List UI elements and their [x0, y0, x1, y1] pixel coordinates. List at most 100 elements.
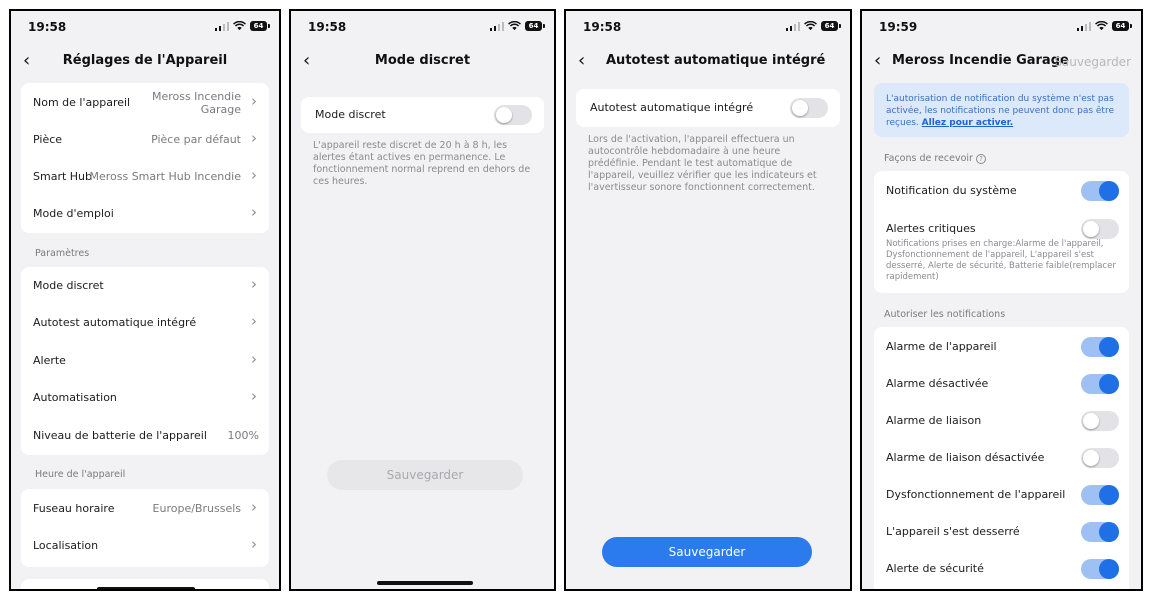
- notification-toggle[interactable]: [1081, 337, 1119, 357]
- row-label: Fuseau horaire: [33, 502, 115, 515]
- critical-alerts-description: Notifications prises en charge:Alarme de…: [886, 239, 1116, 282]
- row-notification: Alarme de liaison désactivée: [874, 440, 1129, 476]
- screen-self-test: 19:58 64 ‹ Autotest automatique intégré …: [564, 9, 852, 591]
- row-location[interactable]: Localisation ›: [21, 528, 269, 564]
- row-value: Meross Smart Hub Incendie: [89, 170, 241, 183]
- row-label: Localisation: [33, 539, 99, 552]
- help-circle-icon[interactable]: ?: [975, 154, 986, 164]
- status-time: 19:58: [28, 20, 67, 34]
- row-user-manual[interactable]: Mode d'emploi ›: [21, 196, 269, 232]
- chevron-right-icon: ›: [251, 129, 257, 147]
- screen-quiet-mode: 19:58 64 ‹ Mode discret Mode discret L'a…: [289, 9, 556, 591]
- chevron-right-icon: ›: [251, 498, 257, 516]
- notification-toggle[interactable]: [1081, 522, 1119, 542]
- row-automation[interactable]: Automatisation ›: [21, 380, 269, 416]
- chevron-right-icon: ›: [251, 275, 257, 293]
- status-time: 19:59: [879, 20, 918, 34]
- screen-device-settings: 19:58 64 ‹ Réglages de l'Appareil Nom de…: [9, 9, 281, 591]
- chevron-right-icon: ›: [251, 535, 257, 553]
- row-notification: Dysfonctionnement de l'appareil: [874, 477, 1129, 513]
- section-header-allow: Autoriser les notifications: [884, 309, 1006, 320]
- enable-link[interactable]: Allez pour activer.: [922, 118, 1014, 128]
- row-label: Dysfonctionnement de l'appareil: [886, 488, 1066, 501]
- signal-icon: [214, 21, 229, 31]
- home-indicator[interactable]: [97, 587, 195, 589]
- critical-alerts-toggle[interactable]: [1081, 219, 1119, 239]
- row-label: Alerte de sécurité: [886, 562, 984, 575]
- row-value: Pièce par défaut: [151, 133, 241, 146]
- chevron-right-icon: ›: [251, 203, 257, 221]
- status-bar: 19:58 64: [11, 11, 279, 45]
- row-label: Alarme de liaison désactivée: [886, 451, 1045, 464]
- battery-icon: 64: [250, 21, 270, 31]
- page-title: Mode discret: [374, 53, 471, 68]
- screen-notifications: 19:59 64 ‹ Meross Incendie Garage Sauveg…: [860, 9, 1143, 591]
- quiet-mode-toggle[interactable]: [494, 105, 532, 125]
- row-notification: Alarme de l'appareil: [874, 329, 1129, 365]
- page-title: Meross Incendie Garage: [892, 53, 1069, 68]
- home-indicator[interactable]: [377, 581, 473, 585]
- wifi-icon: [804, 21, 817, 31]
- params-card: Mode discret › Autotest automatique inté…: [21, 267, 269, 455]
- row-label: Niveau de batterie de l'appareil: [33, 429, 207, 442]
- row-notification: Alerte de sécurité: [874, 551, 1129, 587]
- row-label: Nom de l'appareil: [33, 96, 131, 109]
- chevron-right-icon: ›: [251, 350, 257, 368]
- row-label: Smart Hub: [33, 170, 92, 183]
- notification-toggle[interactable]: [1081, 485, 1119, 505]
- nav-bar: ‹ Autotest automatique intégré: [566, 45, 850, 77]
- row-self-test[interactable]: Autotest automatique intégré ›: [21, 305, 269, 341]
- chevron-left-icon[interactable]: ‹: [23, 51, 30, 71]
- row-label: L'appareil s'est desserré: [886, 525, 1020, 538]
- row-value: Meross Incendie Garage: [151, 90, 241, 116]
- notification-toggle[interactable]: [1081, 374, 1119, 394]
- notification-toggle[interactable]: [1081, 448, 1119, 468]
- row-alert[interactable]: Alerte ›: [21, 343, 269, 379]
- section-header-receive: Façons de recevoir?: [884, 153, 986, 164]
- status-bar: 19:59 64: [862, 11, 1141, 45]
- row-label: Pièce: [33, 133, 63, 146]
- section-header-time: Heure de l'appareil: [35, 469, 126, 480]
- row-label: Alertes critiques: [886, 222, 976, 235]
- nav-bar: ‹ Réglages de l'Appareil: [11, 45, 279, 77]
- row-device-name[interactable]: Nom de l'appareil Meross Incendie Garage …: [21, 85, 269, 121]
- allow-notifications-card: Alarme de l'appareil Alarme désactivée A…: [874, 327, 1129, 589]
- self-test-toggle[interactable]: [790, 98, 828, 118]
- device-info-card: Nom de l'appareil Meross Incendie Garage …: [21, 83, 269, 233]
- system-notification-toggle[interactable]: [1081, 181, 1119, 201]
- wifi-icon: [233, 21, 246, 31]
- save-button[interactable]: Sauvegarder: [327, 460, 523, 490]
- quiet-mode-card: Mode discret: [301, 97, 544, 133]
- row-label: Autotest automatique intégré: [33, 316, 197, 329]
- nav-bar: ‹ Mode discret: [291, 45, 554, 77]
- row-notification: L'appareil s'est desserré: [874, 514, 1129, 550]
- row-label: Mode d'emploi: [33, 207, 114, 220]
- save-button[interactable]: Sauvegarder: [1054, 55, 1131, 69]
- self-test-label: Autotest automatique intégré: [590, 101, 754, 114]
- status-bar: 19:58 64: [291, 11, 554, 45]
- row-notification: Alarme de liaison: [874, 403, 1129, 439]
- nav-bar: ‹ Meross Incendie Garage Sauvegarder: [862, 45, 1141, 77]
- save-button[interactable]: Sauvegarder: [602, 537, 812, 567]
- row-battery-level: Niveau de batterie de l'appareil 100%: [21, 418, 269, 454]
- chevron-right-icon: ›: [251, 92, 257, 110]
- wifi-icon: [1095, 21, 1108, 31]
- chevron-left-icon[interactable]: ‹: [874, 51, 881, 71]
- chevron-left-icon[interactable]: ‹: [578, 51, 585, 71]
- row-quiet-mode[interactable]: Mode discret ›: [21, 268, 269, 304]
- row-value: Europe/Brussels: [152, 502, 241, 515]
- row-smart-hub[interactable]: Smart Hub Meross Smart Hub Incendie ›: [21, 159, 269, 195]
- self-test-card: Autotest automatique intégré: [576, 89, 840, 127]
- chevron-left-icon[interactable]: ‹: [303, 51, 310, 71]
- self-test-description: Lors de l'activation, l'appareil effectu…: [588, 134, 817, 193]
- notification-toggle[interactable]: [1081, 411, 1119, 431]
- battery-icon: 64: [821, 21, 841, 31]
- row-room[interactable]: Pièce Pièce par défaut ›: [21, 122, 269, 158]
- next-card-partial: [21, 579, 269, 589]
- chevron-right-icon: ›: [251, 387, 257, 405]
- row-timezone[interactable]: Fuseau horaire Europe/Brussels ›: [21, 491, 269, 527]
- row-value: 100%: [227, 429, 259, 442]
- status-bar: 19:58 64: [566, 11, 850, 45]
- notification-toggle[interactable]: [1081, 559, 1119, 579]
- quiet-mode-label: Mode discret: [315, 108, 386, 121]
